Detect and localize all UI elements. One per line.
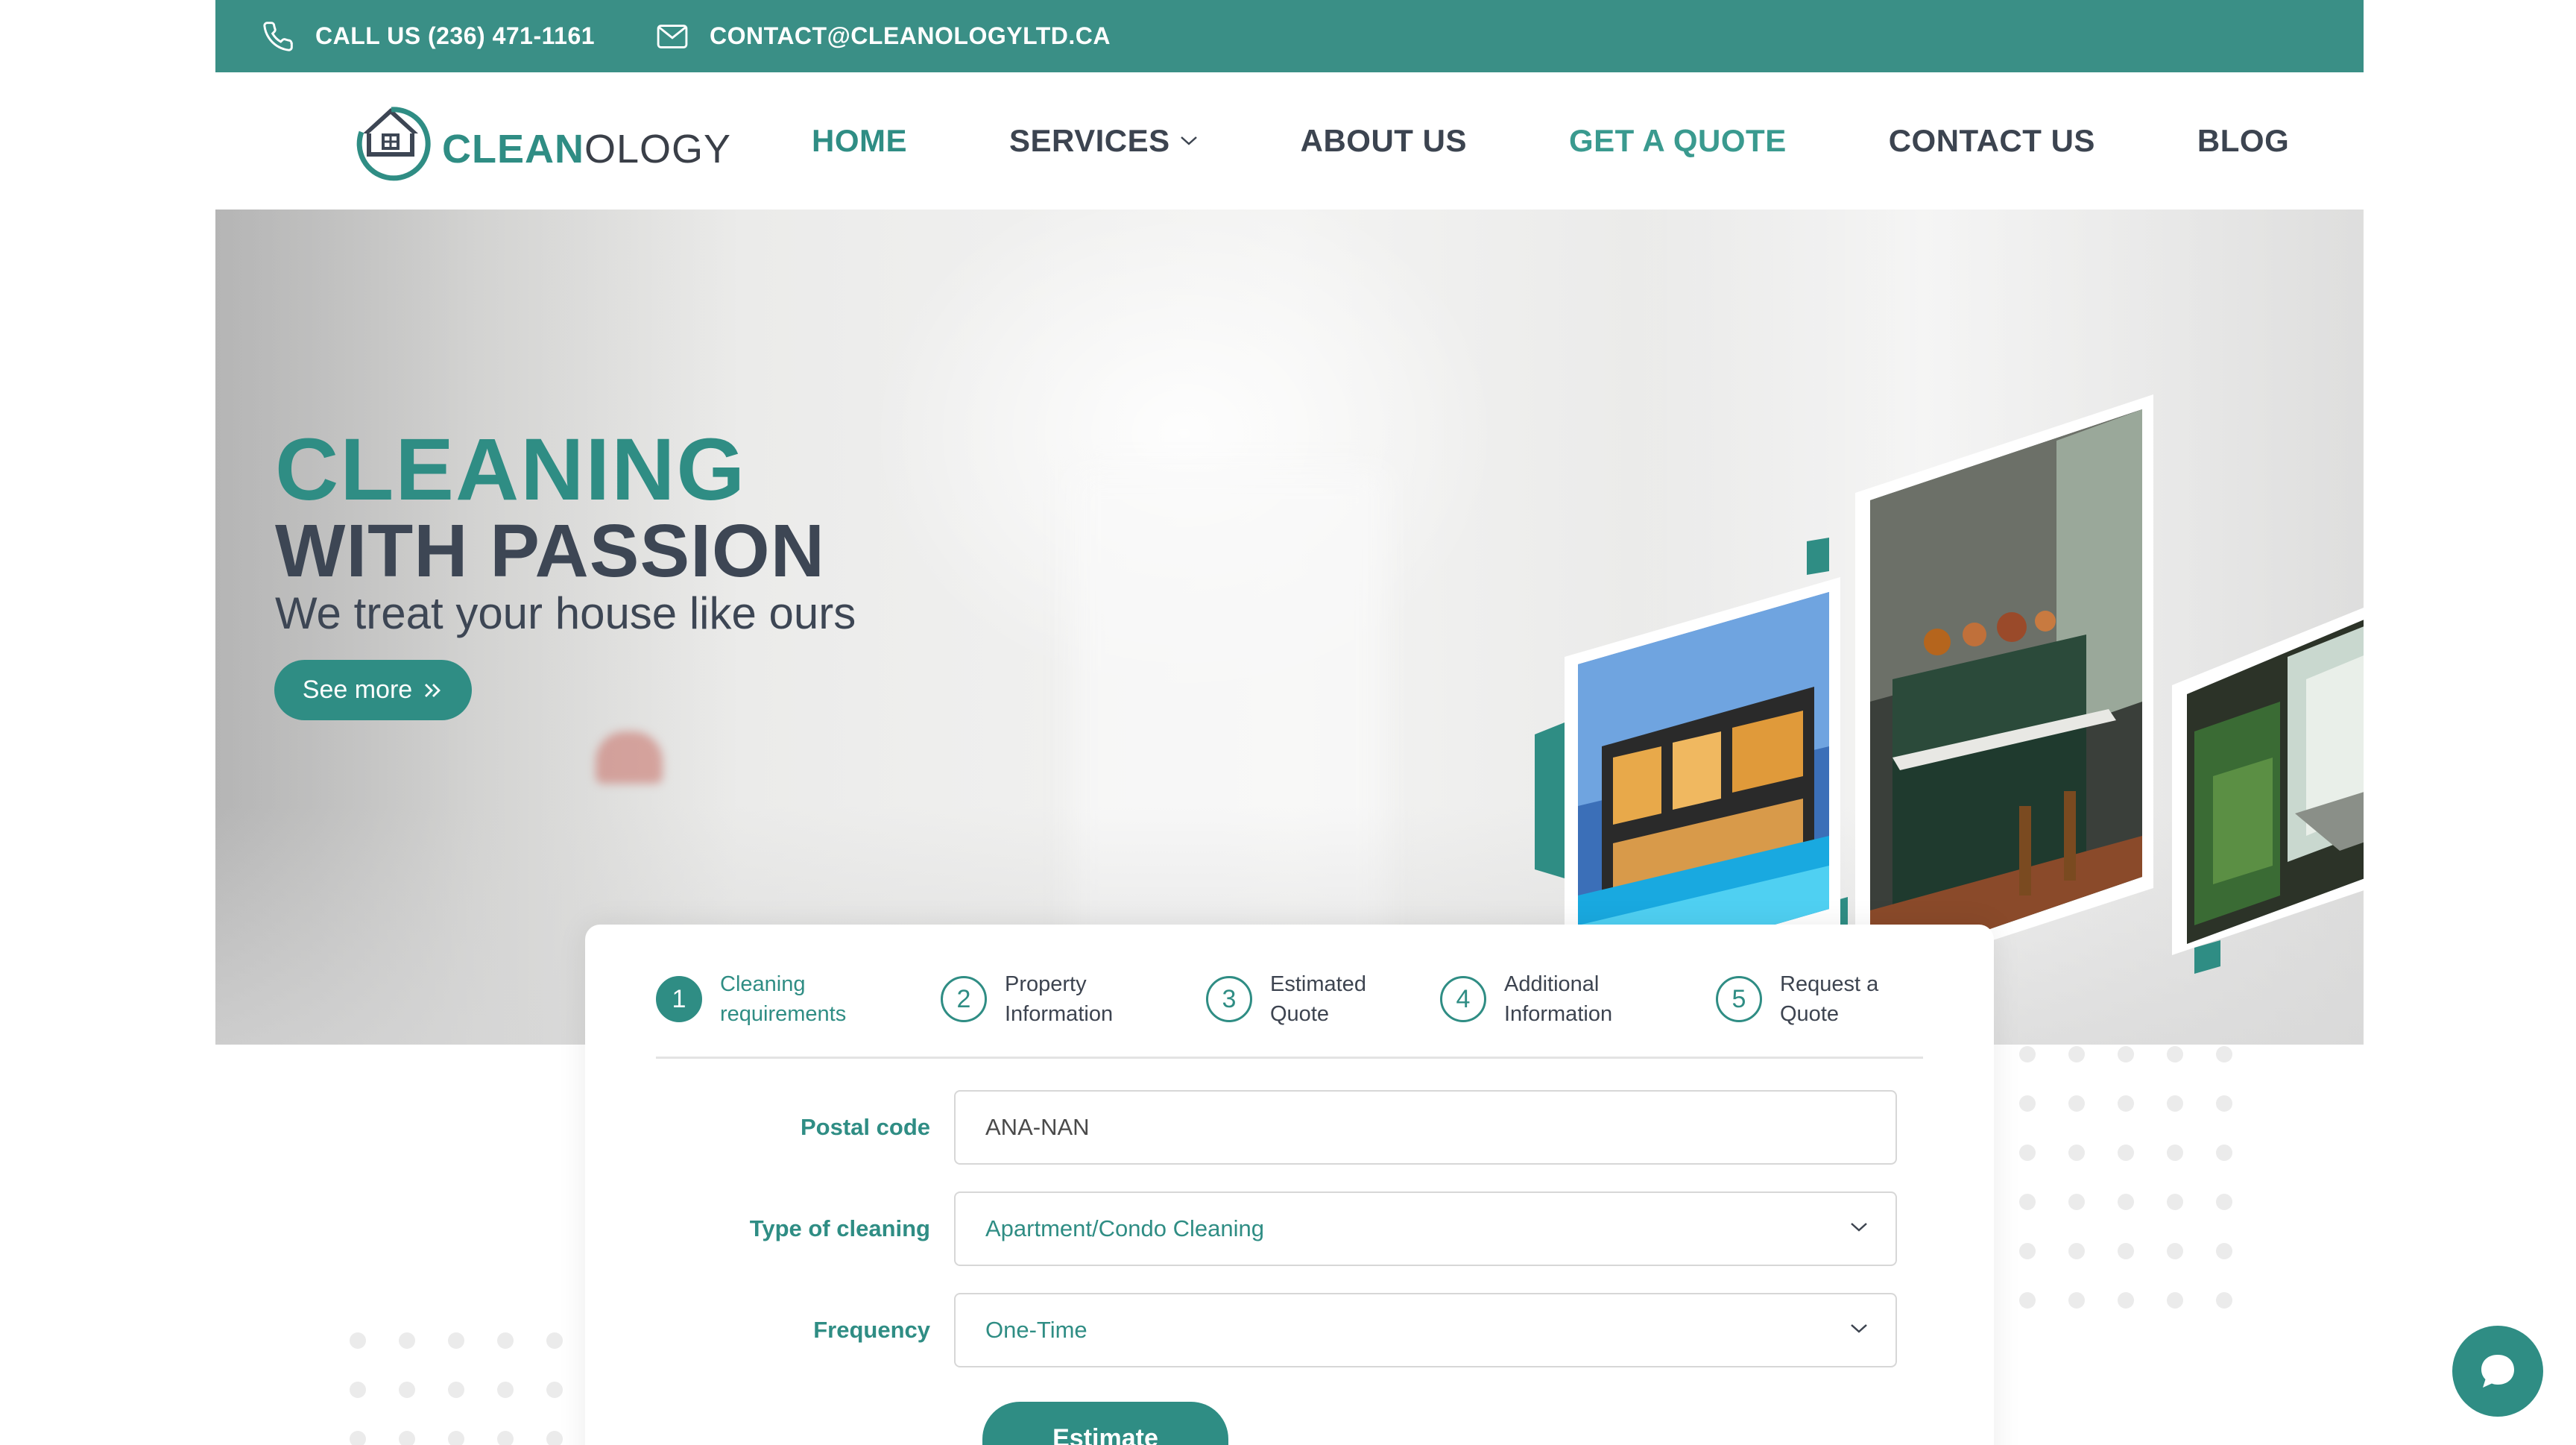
cleaning-type-row: Type of cleaning Apartment/Condo Cleanin…: [656, 1191, 1897, 1266]
step-1-label: Cleaning requirements: [720, 972, 847, 1026]
step-2-label: Property Information: [1005, 972, 1114, 1026]
hero-title-line2: WITH PASSION: [275, 509, 825, 593]
chat-button[interactable]: [2452, 1326, 2543, 1417]
step-5-number: 5: [1716, 976, 1762, 1022]
step-3[interactable]: 3 Estimated Quote: [1206, 969, 1419, 1029]
cleaning-type-label: Type of cleaning: [749, 1215, 930, 1241]
step-2-number: 2: [941, 976, 987, 1022]
nav-item-about[interactable]: ABOUT US: [1301, 123, 1467, 159]
double-chevron-right-icon: [425, 683, 441, 697]
step-5[interactable]: 5 Request a Quote: [1716, 969, 1929, 1029]
hero-banner: CLEANING WITH PASSION We treat your hous…: [215, 210, 2364, 1045]
chat-icon: [2481, 1355, 2514, 1388]
nav-item-contact[interactable]: CONTACT US: [1889, 123, 2095, 159]
frequency-row: Frequency One-Time: [656, 1293, 1897, 1367]
see-more-label: See more: [302, 676, 413, 704]
hero-title-line1: CLEANING: [275, 421, 747, 519]
main-navigation: CLEANOLOGY HOME SERVICES ABOUT US GET A …: [215, 72, 2364, 210]
phone-link[interactable]: CALL US (236) 471-1161: [262, 20, 595, 53]
phone-label: CALL US (236) 471-1161: [315, 22, 596, 49]
email-link[interactable]: CONTACT@CLEANOLOGYLTD.CA: [656, 22, 1111, 50]
postal-code-label: Postal code: [801, 1114, 930, 1140]
mail-icon: [657, 24, 688, 48]
postal-code-row: Postal code ANA-NAN: [656, 1090, 1897, 1165]
chevron-down-icon: [1851, 1324, 1867, 1333]
cleaning-type-value: Apartment/Condo Cleaning: [985, 1215, 1264, 1241]
step-4-number: 4: [1440, 976, 1486, 1022]
frequency-value: One-Time: [985, 1317, 1087, 1343]
nav-item-home[interactable]: HOME: [812, 123, 907, 159]
top-contact-bar: CALL US (236) 471-1161 CONTACT@CLEANOLOG…: [215, 0, 2364, 72]
step-4-label: Additional Information: [1504, 972, 1613, 1026]
photo-kitchen: [1855, 394, 2153, 985]
postal-code-input[interactable]: ANA-NAN: [954, 1090, 1897, 1165]
phone-icon: [263, 21, 293, 51]
see-more-button[interactable]: See more: [274, 660, 472, 720]
chevron-down-icon: [1180, 136, 1197, 145]
cleaning-type-select[interactable]: Apartment/Condo Cleaning: [954, 1191, 1897, 1266]
step-5-label: Request a Quote: [1780, 972, 1879, 1026]
photo-patio: [2172, 607, 2364, 955]
postal-code-value: ANA-NAN: [985, 1114, 1090, 1140]
page: CALL US (236) 471-1161 CONTACT@CLEANOLOG…: [0, 0, 2576, 1445]
estimate-button[interactable]: Estimate: [982, 1402, 1228, 1445]
quote-steps: 1 Cleaning requirements 2 Property Infor…: [656, 969, 1923, 1059]
nav-item-services[interactable]: SERVICES: [1009, 123, 1199, 159]
hero-subtitle: We treat your house like ours: [275, 588, 856, 638]
frequency-label: Frequency: [813, 1317, 930, 1343]
step-1-number: 1: [656, 976, 702, 1022]
logo-house-icon: [356, 107, 431, 181]
email-label: CONTACT@CLEANOLOGYLTD.CA: [710, 22, 1111, 49]
nav-menu: HOME SERVICES ABOUT US GET A QUOTE CONTA…: [812, 72, 2289, 210]
step-1[interactable]: 1 Cleaning requirements: [656, 969, 869, 1029]
hero-bg-kettle: [596, 731, 663, 784]
hero-headline: CLEANING WITH PASSION We treat your hous…: [275, 426, 856, 639]
frequency-select[interactable]: One-Time: [954, 1293, 1897, 1367]
step-3-label: Estimated Quote: [1270, 972, 1366, 1026]
step-2[interactable]: 2 Property Information: [941, 969, 1154, 1029]
site-logo[interactable]: CLEANOLOGY: [347, 102, 731, 184]
logo-wordmark: CLEANOLOGY: [442, 127, 732, 171]
nav-item-blog[interactable]: BLOG: [2197, 123, 2289, 159]
quote-form-card: 1 Cleaning requirements 2 Property Infor…: [585, 925, 1994, 1445]
nav-item-get-quote[interactable]: GET A QUOTE: [1569, 123, 1787, 159]
chevron-down-icon: [1851, 1223, 1867, 1232]
step-3-number: 3: [1206, 976, 1252, 1022]
estimate-label: Estimate: [1052, 1424, 1158, 1445]
step-4[interactable]: 4 Additional Information: [1440, 969, 1653, 1029]
